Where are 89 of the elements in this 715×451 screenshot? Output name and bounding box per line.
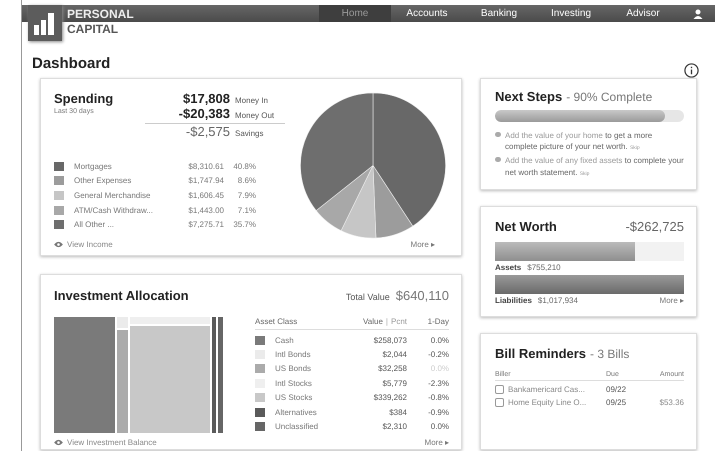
column-divider-text: | <box>386 317 388 326</box>
view-balance-link[interactable]: View Investment Balance <box>54 438 157 447</box>
summary-amount: -$20,383 <box>178 106 230 121</box>
net-worth-total: -$262,725 <box>625 218 684 234</box>
one-day-change: -0.2% <box>427 350 449 360</box>
category-percent: 40.8% <box>232 162 256 171</box>
column-header: 1-Day <box>426 317 449 326</box>
card-title: Spending <box>54 91 114 106</box>
total-label: Total Value <box>346 292 390 302</box>
bar-value: $755,210 <box>527 262 561 272</box>
asset-class-name: Alternatives <box>275 408 317 417</box>
summary-label: Money In <box>235 96 268 105</box>
summary-amount: $17,808 <box>182 91 230 106</box>
bar-value: $1,017,934 <box>538 296 578 305</box>
category-amount: $1,747.94 <box>187 176 224 186</box>
nav-tab[interactable]: Accounts <box>391 5 463 22</box>
step-link[interactable]: Add the value of any fixed assets <box>505 156 622 166</box>
bullet-icon <box>495 132 501 137</box>
view-income-link[interactable]: View Income <box>54 240 297 249</box>
more-link[interactable]: More ▸ <box>410 240 435 249</box>
biller-name: Bankamericard Cas... <box>508 384 585 394</box>
asset-value: $339,262 <box>372 393 407 402</box>
bar-label: Assets <box>495 262 522 272</box>
user-icon[interactable] <box>693 9 703 19</box>
nav-tab[interactable]: Advisor <box>607 5 679 22</box>
one-day-change: -0.9% <box>427 408 449 417</box>
asset-class-name: Cash <box>275 336 294 345</box>
category-percent: 8.6% <box>236 176 256 186</box>
asset-value: $258,073 <box>372 336 407 345</box>
more-link[interactable]: More ▸ <box>660 296 684 305</box>
one-day-change: 0.0% <box>430 336 449 345</box>
due-date: 09/22 <box>606 384 628 394</box>
category-amount: $7,275.71 <box>187 220 224 230</box>
bill-amount: $53.36 <box>660 398 684 407</box>
summary-label: Money Out <box>235 111 274 120</box>
brand-name: PERSONAL <box>67 8 134 20</box>
asset-class-name: Unclassified <box>275 422 318 432</box>
category-percent: 7.9% <box>236 190 256 200</box>
category-amount: $1,443.00 <box>187 206 224 215</box>
bar-chart-logo-icon <box>28 5 62 41</box>
card-title: Next Steps <box>495 89 562 104</box>
summary-label: Savings <box>235 129 264 138</box>
eye-icon <box>54 438 63 446</box>
category-amount: $8,310.61 <box>187 162 224 171</box>
asset-value: $2,044 <box>382 350 407 360</box>
due-date: 09/25 <box>606 398 628 407</box>
asset-value: $2,310 <box>382 422 407 432</box>
biller-name: Home Equity Line O... <box>508 398 586 407</box>
asset-value: $32,258 <box>377 364 407 374</box>
one-day-change: -2.3% <box>427 378 449 388</box>
card-title: Bill Reminders <box>495 346 586 361</box>
card-title: Investment Allocation <box>54 288 189 303</box>
total-value: $640,110 <box>396 288 449 303</box>
category-percent: 35.7% <box>232 220 256 230</box>
nav-tab[interactable]: Banking <box>463 5 535 22</box>
category-name: Mortgages <box>74 162 113 171</box>
category-name: General Merchandise <box>74 190 152 200</box>
category-name: All Other ... <box>74 220 116 230</box>
bullet-icon <box>495 157 501 162</box>
column-header: Asset Class <box>255 317 298 326</box>
bill-count: - 3 Bills <box>590 346 630 361</box>
eye-icon <box>54 241 63 248</box>
brand-name: CAPITAL <box>67 23 120 35</box>
asset-class-name: Intl Stocks <box>275 378 312 388</box>
completion-status: - 90% Complete <box>566 90 652 104</box>
category-percent: 7.1% <box>236 206 256 215</box>
category-name: Other Expenses <box>74 176 132 186</box>
asset-class-name: US Bonds <box>275 364 312 374</box>
nav-tab[interactable]: Home <box>319 5 391 22</box>
info-icon[interactable] <box>684 63 699 78</box>
checkbox[interactable] <box>495 384 504 394</box>
bar-label: Liabilities <box>495 296 532 305</box>
category-name: ATM/Cash Withdraw... <box>74 206 154 215</box>
asset-value: $384 <box>388 408 407 417</box>
summary-amount: -$2,575 <box>184 124 230 139</box>
more-link[interactable]: More ▸ <box>424 438 449 447</box>
column-header: Value <box>363 317 383 326</box>
asset-class-name: US Stocks <box>275 393 312 402</box>
checkbox[interactable] <box>495 398 504 407</box>
nav-tab[interactable]: Investing <box>535 5 607 22</box>
page-title: Dashboard <box>32 55 110 72</box>
asset-class-name: Intl Bonds <box>275 350 311 360</box>
category-amount: $1,606.45 <box>187 190 224 200</box>
card-title: Net Worth <box>495 218 557 234</box>
asset-value: $5,779 <box>382 378 407 388</box>
step-link[interactable]: Add the value of your home <box>505 131 603 140</box>
column-header[interactable]: Pcnt <box>390 317 407 326</box>
one-day-change: 0.0% <box>430 422 449 432</box>
one-day-change: -0.8% <box>427 393 449 402</box>
